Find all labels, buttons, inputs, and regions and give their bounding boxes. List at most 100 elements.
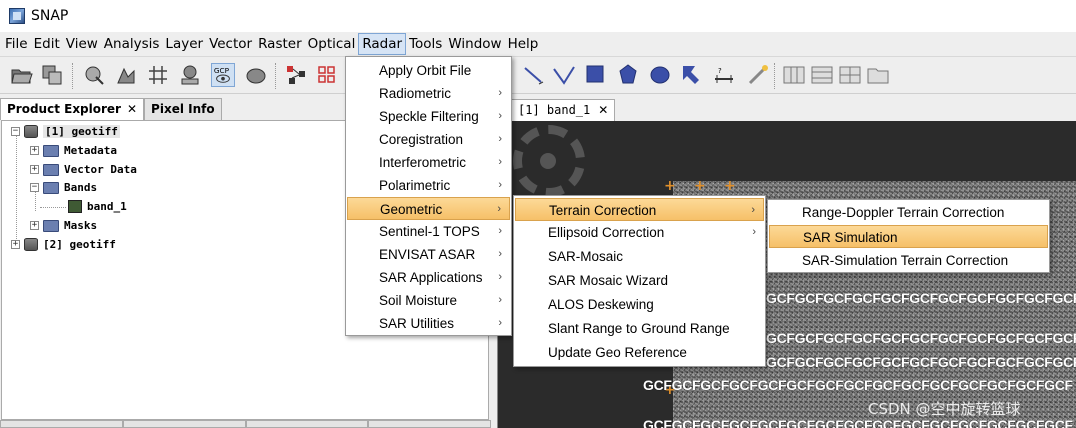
menu-optical[interactable]: Optical (305, 33, 359, 55)
close-icon[interactable]: ✕ (127, 102, 137, 116)
menu-item-label: Coregistration (379, 132, 464, 147)
session-icon[interactable] (40, 63, 64, 87)
expand-icon[interactable]: + (30, 165, 39, 174)
menu-item-geometric[interactable]: Geometric › (347, 197, 510, 220)
menu-item-slant-range-to-ground-range[interactable]: Slant Range to Ground Range (515, 317, 764, 340)
svg-text:GCP: GCP (214, 66, 230, 75)
tree-guide (40, 207, 66, 208)
menu-item-label: SAR Applications (379, 270, 483, 285)
menu-item-coregistration[interactable]: Coregistration › (347, 128, 510, 151)
close-icon[interactable]: ✕ (598, 103, 608, 117)
submenu-arrow-icon: › (751, 204, 755, 216)
tab-product-explorer[interactable]: Product Explorer ✕ (0, 98, 145, 120)
tree-node-metadata[interactable]: + Metadata (30, 142, 117, 159)
menu-item-sar-simulation-terrain-correction[interactable]: SAR-Simulation Terrain Correction (769, 249, 1048, 272)
menu-item-ellipsoid-correction[interactable]: Ellipsoid Correction › (515, 221, 764, 244)
gcp-label-row: GCFGCFGCFGCFGCFGCFGCFGCFGCFGCFGCFGCFGCFG… (643, 377, 1073, 393)
menu-item-interferometric[interactable]: Interferometric › (347, 151, 510, 174)
expand-icon[interactable]: + (11, 240, 20, 249)
menu-item-terrain-correction[interactable]: Terrain Correction › (515, 198, 764, 221)
range-finder-icon[interactable] (114, 63, 138, 87)
tree-node-product-2[interactable]: + [2] geotiff (11, 236, 116, 253)
menu-window[interactable]: Window (445, 33, 504, 55)
menu-radar[interactable]: Radar (358, 33, 407, 55)
menu-item-radiometric[interactable]: Radiometric › (347, 82, 510, 105)
menu-help[interactable]: Help (505, 33, 542, 55)
tile-single-icon[interactable] (866, 63, 890, 87)
menu-tools[interactable]: Tools (406, 33, 445, 55)
collapse-icon[interactable]: − (30, 183, 39, 192)
tree-node-band-1[interactable]: band_1 (64, 198, 127, 215)
polygon-tool-icon[interactable] (616, 63, 640, 87)
menu-item-sar-mosaic[interactable]: SAR-Mosaic (515, 245, 764, 268)
tile-horizontal-icon[interactable] (810, 63, 834, 87)
menu-edit[interactable]: Edit (31, 33, 63, 55)
submenu-arrow-icon: › (498, 133, 502, 145)
pan-tool-icon[interactable] (82, 63, 106, 87)
menu-item-sentinel-1-tops[interactable]: Sentinel-1 TOPS › (347, 220, 510, 243)
menu-layer[interactable]: Layer (162, 33, 206, 55)
tree-node-vector-data[interactable]: + Vector Data (30, 161, 137, 178)
menu-file[interactable]: File (2, 33, 31, 55)
tab-label: Pixel Info (151, 102, 215, 116)
tree-label: [1] geotiff (43, 125, 120, 138)
tree-node-product-1[interactable]: − [1] geotiff (11, 123, 120, 140)
pin-manager-icon[interactable] (178, 63, 202, 87)
toolbar-separator (275, 63, 277, 89)
open-product-icon[interactable] (10, 63, 34, 87)
menu-item-sar-mosaic-wizard[interactable]: SAR Mosaic Wizard (515, 269, 764, 292)
bottom-tab[interactable] (0, 420, 123, 428)
collapse-icon[interactable]: − (11, 127, 20, 136)
menu-item-label: Terrain Correction (549, 203, 657, 218)
graph-builder-icon[interactable] (284, 63, 308, 87)
menu-view[interactable]: View (63, 33, 101, 55)
line-drawing-tool-icon[interactable] (522, 63, 546, 87)
product-icon (24, 238, 38, 251)
radar-menu: Apply Orbit File Radiometric › Speckle Fi… (345, 56, 512, 336)
bottom-tab[interactable] (122, 420, 246, 428)
navigation-center-icon[interactable] (540, 153, 556, 169)
submenu-arrow-icon: › (498, 110, 502, 122)
menu-item-sar-utilities[interactable]: SAR Utilities › (347, 312, 510, 335)
select-tool-icon[interactable] (680, 63, 704, 87)
title-bar: SNAP (0, 0, 1076, 32)
measure-tool-icon[interactable]: ? (712, 63, 736, 87)
menu-item-sar-simulation[interactable]: SAR Simulation (769, 225, 1048, 248)
tree-node-bands[interactable]: − Bands (30, 179, 97, 196)
expand-icon[interactable]: + (30, 221, 39, 230)
world-map-icon[interactable] (244, 63, 268, 87)
bottom-tab[interactable] (245, 420, 369, 428)
menu-item-apply-orbit-file[interactable]: Apply Orbit File (347, 59, 510, 82)
tree-node-masks[interactable]: + Masks (30, 217, 97, 234)
ellipse-tool-icon[interactable] (648, 63, 672, 87)
tile-evenly-icon[interactable] (782, 63, 806, 87)
batch-processing-icon[interactable] (316, 63, 340, 87)
polyline-tool-icon[interactable] (552, 63, 576, 87)
menu-item-envisat-asar[interactable]: ENVISAT ASAR › (347, 243, 510, 266)
bottom-tab[interactable] (368, 420, 491, 428)
menu-item-soil-moisture[interactable]: Soil Moisture › (347, 289, 510, 312)
menu-item-label: Polarimetric (379, 178, 451, 193)
menu-item-alos-deskewing[interactable]: ALOS Deskewing (515, 293, 764, 316)
left-panel-tabs: Product Explorer ✕ Pixel Info (0, 98, 222, 120)
folder-icon (43, 144, 59, 157)
tab-band-1-view[interactable]: [1] band_1 ✕ (511, 99, 616, 121)
menu-item-range-doppler-terrain-correction[interactable]: Range-Doppler Terrain Correction (769, 201, 1048, 224)
gcp-label-row: GCFGCFGCFGCFGCFGCFGCFGCFGCFGCFGCFGCFGCFG… (766, 354, 1076, 370)
magic-wand-icon[interactable] (746, 63, 770, 87)
menu-item-label: ENVISAT ASAR (379, 247, 476, 262)
tab-pixel-info[interactable]: Pixel Info (144, 98, 222, 120)
menu-vector[interactable]: Vector (206, 33, 255, 55)
graticule-icon[interactable] (146, 63, 170, 87)
tree-guide (16, 135, 17, 241)
menu-raster[interactable]: Raster (255, 33, 305, 55)
gcp-manager-icon[interactable]: GCP (211, 63, 235, 87)
tile-grid-icon[interactable] (838, 63, 862, 87)
menu-item-sar-applications[interactable]: SAR Applications › (347, 266, 510, 289)
expand-icon[interactable]: + (30, 146, 39, 155)
rectangle-tool-icon[interactable] (584, 63, 608, 87)
menu-item-speckle-filtering[interactable]: Speckle Filtering › (347, 105, 510, 128)
menu-item-polarimetric[interactable]: Polarimetric › (347, 174, 510, 197)
menu-analysis[interactable]: Analysis (101, 33, 163, 55)
menu-item-update-geo-reference[interactable]: Update Geo Reference (515, 341, 764, 364)
